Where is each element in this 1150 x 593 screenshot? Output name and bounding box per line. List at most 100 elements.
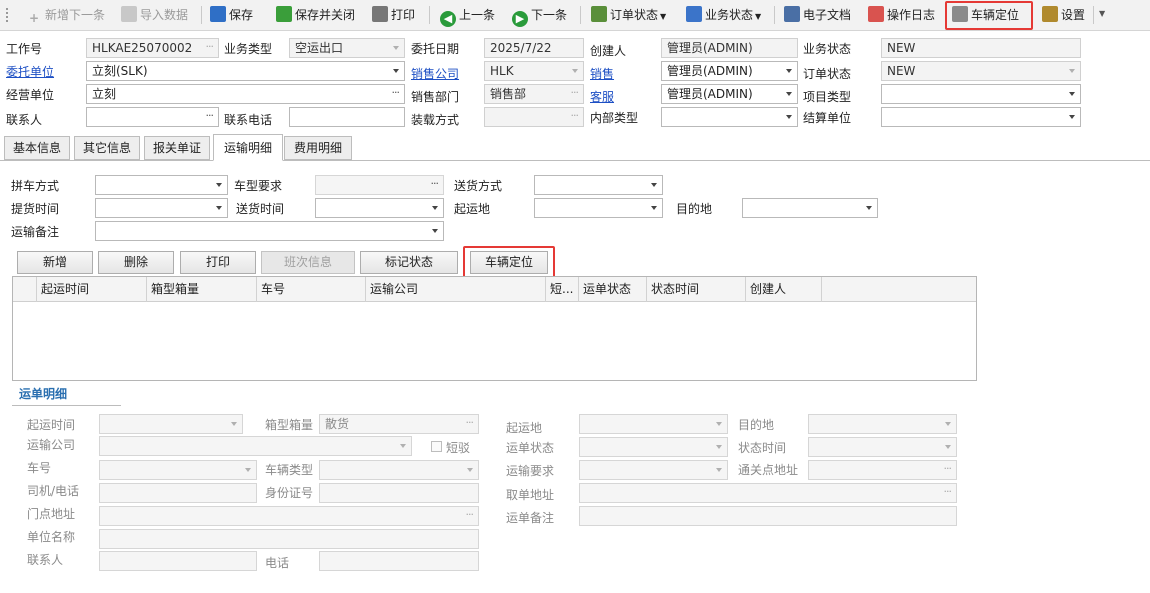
- tab-transport-detail[interactable]: 运输明细: [213, 134, 283, 161]
- loading-method-field[interactable]: ···: [484, 107, 584, 127]
- business-status-dropdown[interactable]: 业务状态 ▼: [684, 3, 761, 27]
- job-no-field[interactable]: HLKAE25070002 ···: [86, 38, 219, 58]
- origin-select[interactable]: [534, 198, 663, 218]
- chevron-down-icon: [231, 422, 237, 426]
- add-button[interactable]: 新增: [17, 251, 93, 274]
- order-status-field: NEW: [881, 61, 1081, 81]
- order-status-dropdown[interactable]: 订单状态 ▼: [589, 3, 666, 27]
- vehicle-req-label: 车型要求: [234, 179, 283, 193]
- prev-button[interactable]: ◀ 上一条: [438, 3, 495, 27]
- business-type-label: 业务类型: [224, 42, 273, 56]
- business-type-field[interactable]: 空运出口: [289, 38, 405, 58]
- sales-dept-field[interactable]: 销售部 ···: [484, 84, 584, 104]
- chevron-down-icon: [786, 69, 792, 73]
- chevron-down-icon: [716, 445, 722, 449]
- contact-field[interactable]: ···: [86, 107, 219, 127]
- waybill-origin-label: 起运地: [506, 421, 543, 435]
- customer-service-link[interactable]: 客服: [590, 89, 614, 105]
- shift-info-button[interactable]: 班次信息: [261, 251, 355, 274]
- toolbar-separator: [580, 6, 581, 24]
- sales-select[interactable]: 管理员(ADMIN): [661, 61, 798, 81]
- vehicle-req-field[interactable]: ···: [315, 175, 444, 195]
- contact-label: 联系人: [6, 113, 43, 127]
- column-header[interactable]: 状态时间: [647, 277, 746, 302]
- column-header[interactable]: 短...: [546, 277, 579, 302]
- client-select[interactable]: 立刻(SLK): [86, 61, 405, 81]
- edoc-button[interactable]: 电子文档: [782, 3, 851, 27]
- toolbar-overflow-icon[interactable]: ▼: [1099, 9, 1105, 18]
- ellipsis-icon: ···: [943, 462, 952, 475]
- import-data-button[interactable]: 导入数据: [119, 3, 188, 27]
- internal-type-select[interactable]: [661, 107, 798, 127]
- operating-unit-label: 经营单位: [6, 88, 55, 102]
- transport-remark-select[interactable]: [95, 221, 444, 241]
- delete-button[interactable]: 删除: [98, 251, 174, 274]
- settings-button[interactable]: 设置: [1040, 3, 1085, 27]
- pickup-address-field: ···: [579, 483, 957, 503]
- chevron-down-icon: ▼: [660, 12, 667, 21]
- contact-phone-input[interactable]: [289, 107, 405, 127]
- save-close-button[interactable]: 保存并关闭: [274, 3, 355, 27]
- column-header[interactable]: 箱型箱量: [147, 277, 257, 302]
- pickup-time-select[interactable]: [95, 198, 228, 218]
- sales-company-field[interactable]: HLK: [484, 61, 584, 81]
- box-type-label: 箱型箱量: [265, 418, 314, 432]
- creator-field[interactable]: 管理员(ADMIN): [661, 38, 798, 58]
- toolbar-separator: [774, 6, 775, 24]
- ellipsis-icon[interactable]: ···: [206, 108, 214, 125]
- ellipsis-icon[interactable]: ···: [431, 176, 439, 193]
- client-link[interactable]: 委托单位: [6, 64, 54, 80]
- highlight-box: [945, 1, 1033, 30]
- next-button[interactable]: ▶ 下一条: [510, 3, 567, 27]
- tab-other-info[interactable]: 其它信息: [74, 136, 140, 160]
- column-header[interactable]: 运输公司: [366, 277, 546, 302]
- consolidation-select[interactable]: [95, 175, 228, 195]
- mark-status-button[interactable]: 标记状态: [360, 251, 458, 274]
- waybill-origin-field: [579, 414, 728, 434]
- id-no-label: 身份证号: [265, 486, 314, 500]
- chevron-down-icon: [572, 69, 578, 73]
- waybill-contact-label: 联系人: [27, 553, 64, 567]
- entrust-date-label: 委托日期: [411, 42, 460, 56]
- add-next-button[interactable]: + 新增下一条: [24, 3, 105, 27]
- customs-address-field: ···: [808, 460, 957, 480]
- chevron-down-icon: [1069, 92, 1075, 96]
- origin-label: 起运地: [454, 202, 491, 216]
- tab-fee-detail[interactable]: 费用明细: [284, 136, 352, 160]
- tab-customs-docs[interactable]: 报关单证: [144, 136, 210, 160]
- pickup-time-label: 提货时间: [11, 202, 60, 216]
- grid-header: 起运时间 箱型箱量 车号 运输公司 短... 运单状态 状态时间 创建人: [13, 277, 976, 302]
- print-button[interactable]: 打印: [370, 3, 415, 27]
- column-header[interactable]: 车号: [257, 277, 366, 302]
- op-log-button[interactable]: 操作日志: [866, 3, 935, 27]
- customer-service-select[interactable]: 管理员(ADMIN): [661, 84, 798, 104]
- delivery-time-select[interactable]: [315, 198, 444, 218]
- column-header[interactable]: 运单状态: [579, 277, 647, 302]
- ellipsis-icon[interactable]: ···: [571, 108, 579, 125]
- waybill-remark-label: 运单备注: [506, 511, 555, 525]
- grid-print-button[interactable]: 打印: [180, 251, 256, 274]
- short-haul-checkbox: [431, 441, 442, 452]
- chevron-down-icon: [393, 46, 399, 50]
- column-header[interactable]: 创建人: [746, 277, 822, 302]
- operating-unit-field[interactable]: 立刻 ···: [86, 84, 405, 104]
- drag-grip-icon[interactable]: [6, 8, 9, 22]
- tab-basic-info[interactable]: 基本信息: [4, 136, 70, 160]
- arrow-left-icon: ◀: [440, 11, 456, 27]
- delivery-method-select[interactable]: [534, 175, 663, 195]
- destination-select[interactable]: [742, 198, 878, 218]
- flow-chart-icon: [686, 6, 702, 22]
- save-button[interactable]: 保存: [208, 3, 253, 27]
- ellipsis-icon[interactable]: ···: [392, 85, 400, 102]
- ellipsis-icon: ···: [465, 508, 474, 521]
- settlement-unit-select[interactable]: [881, 107, 1081, 127]
- sales-company-link[interactable]: 销售公司: [411, 66, 459, 82]
- ellipsis-icon[interactable]: ···: [206, 39, 214, 56]
- consolidation-label: 拼车方式: [11, 179, 60, 193]
- column-header[interactable]: 起运时间: [37, 277, 147, 302]
- entrust-date-field[interactable]: 2025/7/22: [484, 38, 584, 58]
- ellipsis-icon[interactable]: ···: [571, 85, 579, 102]
- transport-remark-label: 运输备注: [11, 225, 60, 239]
- project-type-select[interactable]: [881, 84, 1081, 104]
- sales-link[interactable]: 销售: [590, 66, 614, 82]
